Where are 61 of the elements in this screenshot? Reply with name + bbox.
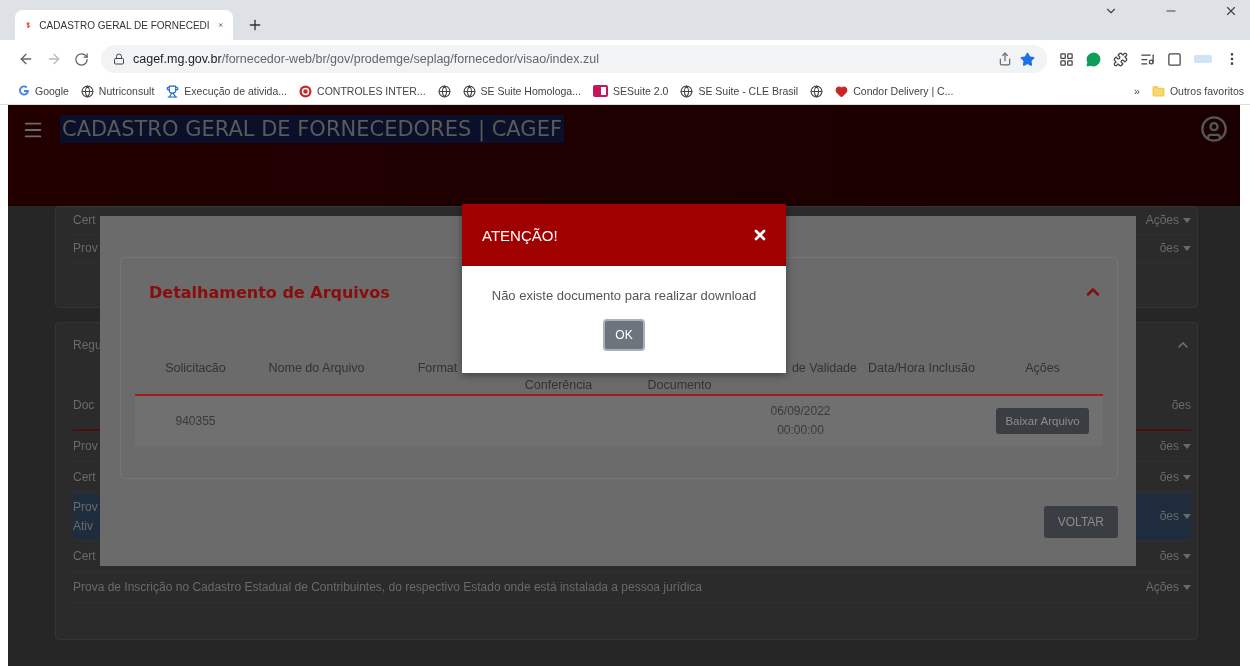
dialog-title: Detalhamento de Arquivos (149, 282, 390, 302)
caret-icon (1183, 474, 1191, 480)
bookmark-link[interactable] (810, 84, 824, 98)
caret-icon (1183, 514, 1191, 520)
document-name: Cert (73, 212, 96, 230)
bookmark-link[interactable]: SE Suite - CLE Brasil (680, 84, 799, 98)
document-name: Prov Ativ (73, 499, 98, 535)
alert-title: ATENÇÃO! (482, 226, 558, 244)
lock-icon (113, 53, 125, 65)
app-title: CADASTRO GERAL DE FORNECEDORES | CAGEF (60, 115, 564, 143)
browser-tab[interactable]: CADASTRO GERAL DE FORNECEDI (15, 10, 233, 40)
seal-icon (299, 84, 313, 98)
google-logo-icon (18, 85, 30, 97)
sf-logo-icon (592, 85, 608, 97)
caret-icon (1183, 443, 1191, 449)
puzzle-icon[interactable] (1113, 51, 1128, 67)
playlist-icon[interactable] (1140, 51, 1155, 67)
bookmark-link[interactable]: CONTROLES INTER... (299, 84, 426, 98)
extension-icon[interactable] (1059, 51, 1074, 67)
new-tab-icon[interactable] (247, 17, 263, 33)
caret-icon (1183, 553, 1191, 559)
close-icon[interactable] (752, 227, 768, 243)
document-name: Cert (73, 547, 96, 565)
globe-icon (810, 84, 824, 98)
document-name: Cert (73, 468, 96, 486)
bookmark-folder[interactable]: Outros favoritos (1151, 84, 1244, 98)
folder-icon (1151, 84, 1165, 98)
url-text: cagef.mg.gov.br/fornecedor-web/br/gov/prodemge/seplag/fornecedor/visao/index.zul (133, 52, 599, 66)
caret-icon (1183, 584, 1191, 590)
caret-icon (1183, 246, 1191, 251)
document-name: Prov (73, 437, 98, 455)
user-avatar-icon[interactable] (1200, 115, 1228, 143)
trophy-icon (166, 84, 180, 98)
document-name: Prova de Inscrição no Cadastro Estadual de Contribuintes, do respectivo Estado onde está instalada a pessoa jurídica (73, 578, 703, 596)
globe-icon (437, 84, 451, 98)
bookmark-link[interactable]: SESuite 2.0 (592, 85, 669, 97)
alert-message: Não existe documento para realizar download (490, 288, 758, 303)
heart-icon (835, 84, 849, 98)
bookmark-link[interactable]: SE Suite Homologa... (462, 84, 581, 98)
document-name: Prov (73, 240, 98, 258)
more-bookmarks-link[interactable]: » (1134, 85, 1140, 97)
tab-title: CADASTRO GERAL DE FORNECEDI (39, 19, 210, 31)
share-icon[interactable] (998, 52, 1012, 66)
close-icon[interactable] (1224, 4, 1238, 18)
bookmark-link[interactable] (437, 84, 451, 98)
column-header: ões (1171, 396, 1191, 414)
globe-icon (80, 84, 94, 98)
column-header: Doc (73, 396, 95, 414)
ok-button[interactable]: OK (603, 319, 645, 351)
globe-icon (462, 84, 476, 98)
globe-icon (680, 84, 694, 98)
bookmark-link[interactable]: Execução de ativida... (166, 84, 288, 98)
star-icon[interactable] (1020, 51, 1035, 67)
side-panel-icon[interactable] (1167, 51, 1182, 67)
bookmark-link[interactable]: Condor Delivery | C... (835, 84, 954, 98)
reload-icon[interactable] (74, 51, 89, 67)
bookmark-link[interactable]: Google (18, 85, 69, 97)
address-bar[interactable]: cagef.mg.gov.br/fornecedor-web/br/gov/prodemge/seplag/fornecedor/visao/index.zul (101, 45, 1047, 73)
bookmark-link[interactable]: Nutriconsult (80, 84, 155, 98)
caret-icon (1183, 218, 1191, 223)
chat-bubble-icon[interactable] (1086, 51, 1101, 67)
